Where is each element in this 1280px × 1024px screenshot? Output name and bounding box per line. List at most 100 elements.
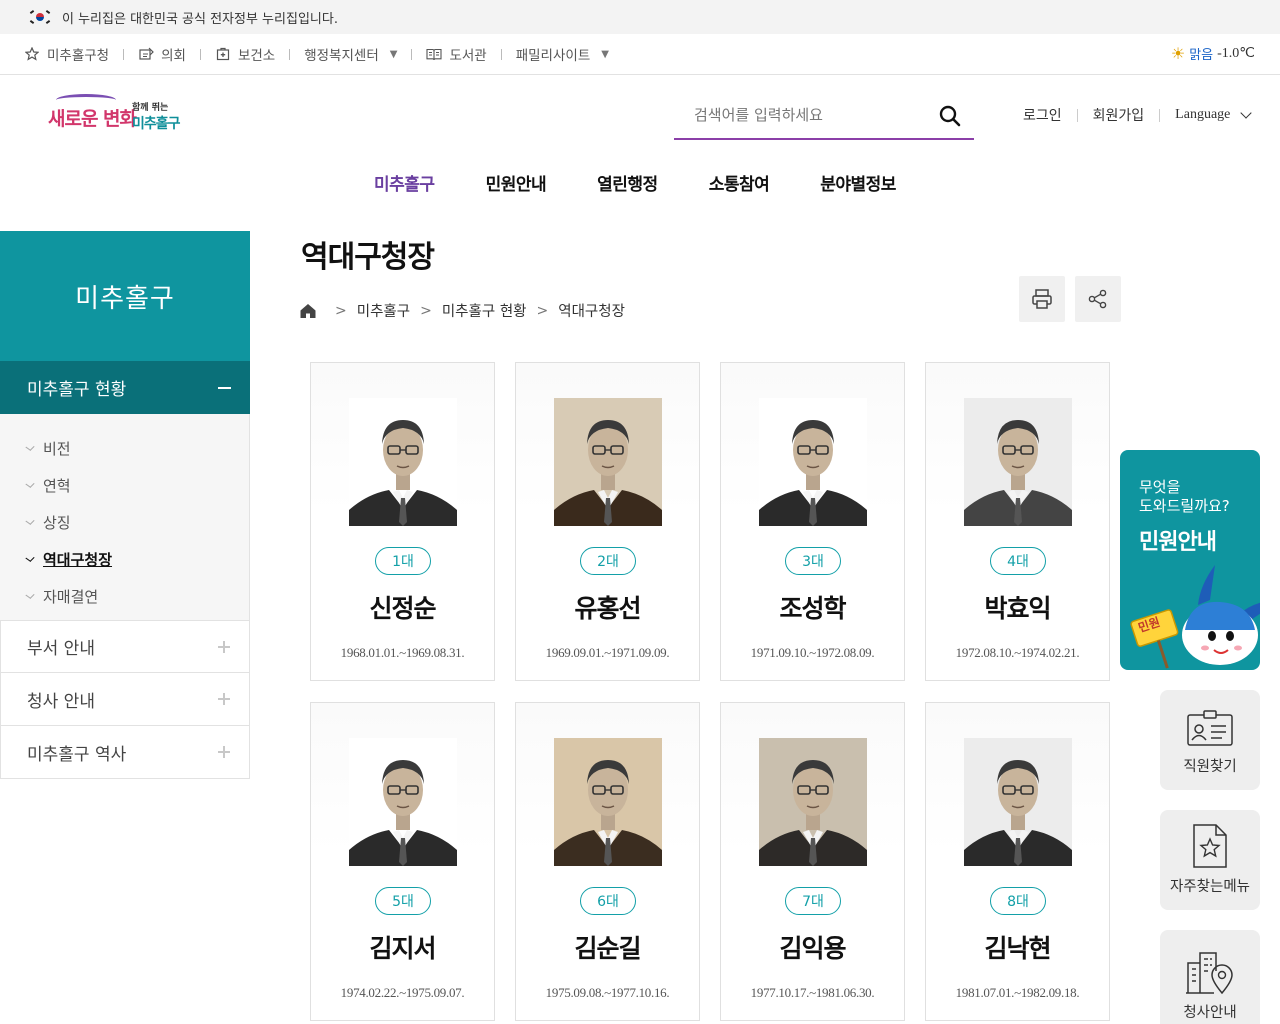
- sidebar-item-vision[interactable]: 비전: [0, 430, 249, 467]
- utility-bar: 미추홀구청 의회 보건소 행정복지센터 ▼ 도서관 패밀리사이트 ▼ ☀ 맑음 …: [0, 34, 1280, 75]
- gnb-item-field-info[interactable]: 분야별정보: [820, 170, 896, 195]
- collapse-icon: [218, 387, 231, 389]
- dropdown-caret-icon: ▼: [389, 48, 398, 60]
- mayor-portrait: [759, 738, 867, 866]
- mayor-card: 2대유홍선 1969.09.01.~1971.09.09.: [515, 362, 700, 681]
- sidebar-section-label: 미추홀구 현황: [27, 380, 127, 400]
- term-badge: 6대: [580, 887, 636, 915]
- divider: [411, 48, 413, 60]
- plus-icon: [218, 746, 230, 758]
- mayor-name: 김익용: [779, 934, 846, 963]
- gnb-item-communication[interactable]: 소통참여: [709, 170, 770, 195]
- divider: [1076, 108, 1078, 122]
- breadcrumb-item[interactable]: 미추홀구: [357, 300, 410, 321]
- question-line: 무엇을: [1139, 478, 1181, 496]
- sidebar-menu-district-history[interactable]: 미추홀구 역사: [0, 726, 250, 779]
- mayor-portrait: [964, 738, 1072, 866]
- dropdown-caret-icon: ▼: [601, 48, 609, 60]
- mayor-name: 조성학: [779, 594, 846, 623]
- term-period: 1972.08.10.~1974.02.21.: [955, 645, 1080, 660]
- mayor-card: 8대 김낙현 1981.07.01.~1982.09.18.: [925, 702, 1110, 1021]
- divider: [199, 48, 201, 60]
- mayor-portrait: [349, 398, 457, 526]
- util-link-label: 도서관: [449, 48, 487, 64]
- sidebar-item-former-mayors[interactable]: 역대구청장: [0, 541, 249, 578]
- sidebar-item-label: 비전: [43, 440, 71, 458]
- mayor-card: 4대 박효익 1972.08.10.~1974.02.21.: [925, 362, 1110, 681]
- util-link-label: 행정복지센터: [304, 48, 379, 64]
- home-icon[interactable]: [299, 302, 317, 320]
- chevron-right-icon: >: [335, 302, 347, 319]
- gnb-item-michuhol[interactable]: 미추홀구: [374, 170, 435, 195]
- breadcrumb-item-current: 역대구청장: [558, 304, 625, 320]
- gnb-item-open-admin[interactable]: 열린행정: [597, 170, 658, 195]
- divider: [1159, 108, 1161, 122]
- mayor-portrait: [554, 398, 662, 526]
- site-logo[interactable]: 새로운 변화 함께 뛰는 미추홀구: [48, 86, 198, 136]
- weather-widget: ☀ 맑음 -1.0℃: [1171, 44, 1255, 63]
- util-link-council[interactable]: 의회: [138, 44, 186, 64]
- util-link-library[interactable]: 도서관: [426, 44, 487, 64]
- civil-affairs-quick-banner[interactable]: 무엇을 도와드릴까요? 민원안내 민원: [1120, 450, 1260, 670]
- mayor-name: 신정순: [369, 594, 436, 623]
- mayor-portrait: [349, 738, 457, 866]
- gov-official-banner: 이 누리집은 대한민국 공식 전자정부 누리집입니다.: [0, 0, 1280, 34]
- logo-district-name: 미추홀구: [132, 116, 181, 132]
- quick-banner-title: 민원안내: [1139, 530, 1217, 555]
- sidebar-menu-departments[interactable]: 부서 안내: [0, 620, 250, 673]
- building-location-icon: [1186, 952, 1233, 995]
- weather-temperature: -1.0℃: [1217, 46, 1255, 61]
- chevron-down-icon: [1240, 107, 1253, 119]
- util-link-health-center[interactable]: 보건소: [215, 44, 275, 64]
- search-icon[interactable]: [938, 104, 962, 128]
- term-period: 1969.09.01.~1971.09.09.: [545, 645, 670, 660]
- signup-link[interactable]: 회원가입: [1093, 105, 1145, 125]
- mayor-name: 유홍선: [574, 594, 641, 623]
- util-link-family-site-dropdown[interactable]: 패밀리사이트 ▼: [516, 44, 609, 64]
- page-title: 역대구청장: [301, 240, 435, 275]
- mayor-name: 김지서: [369, 934, 436, 963]
- search-bar: [674, 96, 974, 140]
- chevron-right-icon: >: [536, 302, 549, 319]
- quick-menu-frequent[interactable]: 자주찾는메뉴: [1160, 810, 1260, 910]
- search-input[interactable]: [674, 96, 924, 134]
- bullet-icon: [25, 479, 35, 488]
- util-link-label: 보건소: [237, 48, 276, 64]
- gnb-item-civil-affairs[interactable]: 민원안내: [486, 170, 547, 195]
- login-link[interactable]: 로그인: [1023, 105, 1062, 125]
- quick-menu-find-staff[interactable]: 직원찾기: [1160, 690, 1260, 790]
- term-badge: 3대: [785, 547, 841, 575]
- share-button[interactable]: [1075, 276, 1121, 322]
- util-link-gucheong[interactable]: 미추홀구청: [24, 44, 109, 64]
- council-icon: [138, 46, 154, 62]
- mascot-character-icon: [1130, 565, 1260, 669]
- mayor-card: 6대 김순길 1975.09.08.~1977.10.16.: [515, 702, 700, 1021]
- question-line: 도와드릴까요?: [1139, 497, 1230, 515]
- util-link-label: 의회: [161, 48, 186, 64]
- breadcrumb-item[interactable]: 미추홀구 현황: [442, 300, 527, 321]
- quick-menu-office-guide[interactable]: 청사안내: [1160, 930, 1260, 1024]
- sidebar-title: 미추홀구: [0, 231, 250, 361]
- gov-banner-text: 이 누리집은 대한민국 공식 전자정부 누리집입니다.: [62, 11, 338, 27]
- breadcrumb: > 미추홀구 > 미추홀구 현황 > 역대구청장: [299, 300, 625, 321]
- sidebar-section-current[interactable]: 미추홀구 현황: [0, 361, 250, 414]
- sidebar-item-symbol[interactable]: 상징: [0, 504, 249, 541]
- term-period: 1968.01.01.~1969.08.31.: [340, 645, 465, 660]
- print-button[interactable]: [1019, 276, 1065, 322]
- term-period: 1977.10.17.~1981.06.30.: [750, 985, 875, 1000]
- language-selector[interactable]: Language: [1175, 107, 1253, 123]
- quick-menu-label: 직원찾기: [1183, 759, 1237, 775]
- bullet-icon: [25, 516, 35, 525]
- term-badge: 8대: [990, 887, 1046, 915]
- sidebar-item-sister-cities[interactable]: 자매결연: [0, 578, 249, 615]
- mayor-card: 1대 신정순 1968.01.01.~1969.08.31.: [310, 362, 495, 681]
- term-badge: 2대: [580, 547, 636, 575]
- term-badge: 4대: [990, 547, 1046, 575]
- logo-subtext: 함께 뛰는: [132, 103, 169, 113]
- util-link-admin-center-dropdown[interactable]: 행정복지센터 ▼: [304, 44, 397, 64]
- sidebar-item-history[interactable]: 연혁: [0, 467, 249, 504]
- util-link-label: 패밀리사이트: [515, 48, 591, 64]
- term-period: 1975.09.08.~1977.10.16.: [545, 985, 670, 1000]
- sidebar-menu-office-guide[interactable]: 청사 안내: [0, 673, 250, 726]
- mayor-card: 3대 조성학 1971.09.10.~1972.08.09.: [720, 362, 905, 681]
